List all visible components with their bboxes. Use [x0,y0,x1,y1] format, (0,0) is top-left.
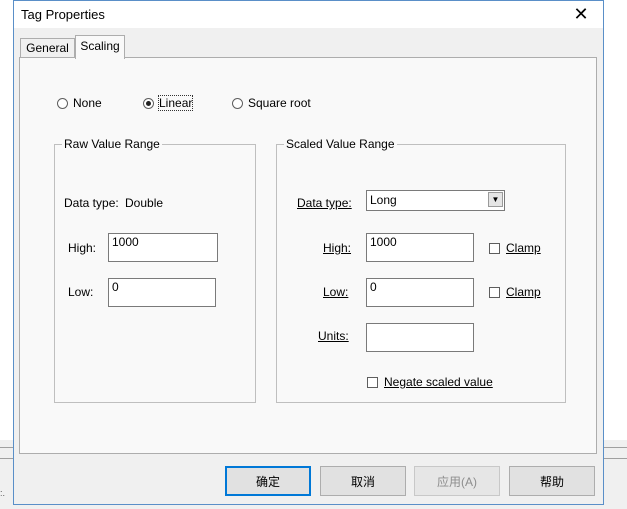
scaled-value-range-title: Scaled Value Range [284,137,397,151]
scaled-high-input[interactable]: 1000 [366,233,474,262]
scaling-panel: None Linear Square root Raw Value Range … [19,57,597,454]
radio-square-root[interactable]: Square root [232,96,311,110]
radio-square-root-label: Square root [248,96,311,110]
cancel-button[interactable]: 取消 [320,466,406,496]
scaled-high-label: High: [323,241,352,255]
scaled-high-clamp-checkbox[interactable]: Clamp [489,241,541,255]
radio-linear-indicator [143,97,154,109]
scaled-data-type-select[interactable]: Long ▼ [366,190,505,211]
clamp-low-label: Clamp [506,285,541,299]
background-mark: :. [0,488,6,498]
negate-label: Negate scaled value [384,375,493,389]
tab-scaling[interactable]: Scaling [75,35,125,59]
apply-button[interactable]: 应用(A) [414,466,500,496]
close-button[interactable]: ✕ [559,1,603,28]
radio-none-label: None [73,96,102,110]
tab-general[interactable]: General [20,38,75,58]
raw-low-label: Low: [68,285,94,299]
negate-box [367,376,378,388]
window-title: Tag Properties [21,7,105,22]
negate-scaled-value-checkbox[interactable]: Negate scaled value [367,375,493,389]
scaled-low-input[interactable]: 0 [366,278,474,307]
scaled-units-label: Units: [318,329,349,343]
title-bar: Tag Properties ✕ [14,1,603,28]
raw-value-range-group: Raw Value Range Data type: Double High: … [54,137,256,403]
scaled-low-label: Low: [323,285,349,299]
scaled-value-range-group: Scaled Value Range Data type: Long ▼ Hig… [276,137,566,403]
scaled-data-type-label: Data type: [297,196,352,210]
scaled-units-input[interactable] [366,323,474,352]
close-icon: ✕ [573,4,589,24]
scaled-data-type-value: Long [370,193,397,207]
radio-none-indicator [57,97,68,109]
raw-value-range-title: Raw Value Range [62,137,162,151]
radio-linear[interactable]: Linear [143,95,194,111]
radio-none[interactable]: None [57,96,102,110]
raw-high-input[interactable]: 1000 [108,233,218,262]
help-button[interactable]: 帮助 [509,466,595,496]
chevron-down-icon[interactable]: ▼ [488,192,503,207]
raw-low-input[interactable]: 0 [108,278,216,307]
ok-button[interactable]: 确定 [225,466,311,496]
clamp-high-label: Clamp [506,241,541,255]
raw-data-type-label: Data type: [64,196,119,210]
clamp-low-box [489,286,500,298]
scaled-low-clamp-checkbox[interactable]: Clamp [489,285,541,299]
radio-square-root-indicator [232,97,243,109]
clamp-high-box [489,242,500,254]
raw-data-type-value: Double [125,196,164,210]
radio-linear-label: Linear [157,95,194,111]
raw-high-label: High: [68,241,97,255]
tag-properties-dialog: Tag Properties ✕ General Scaling None Li… [13,0,604,505]
